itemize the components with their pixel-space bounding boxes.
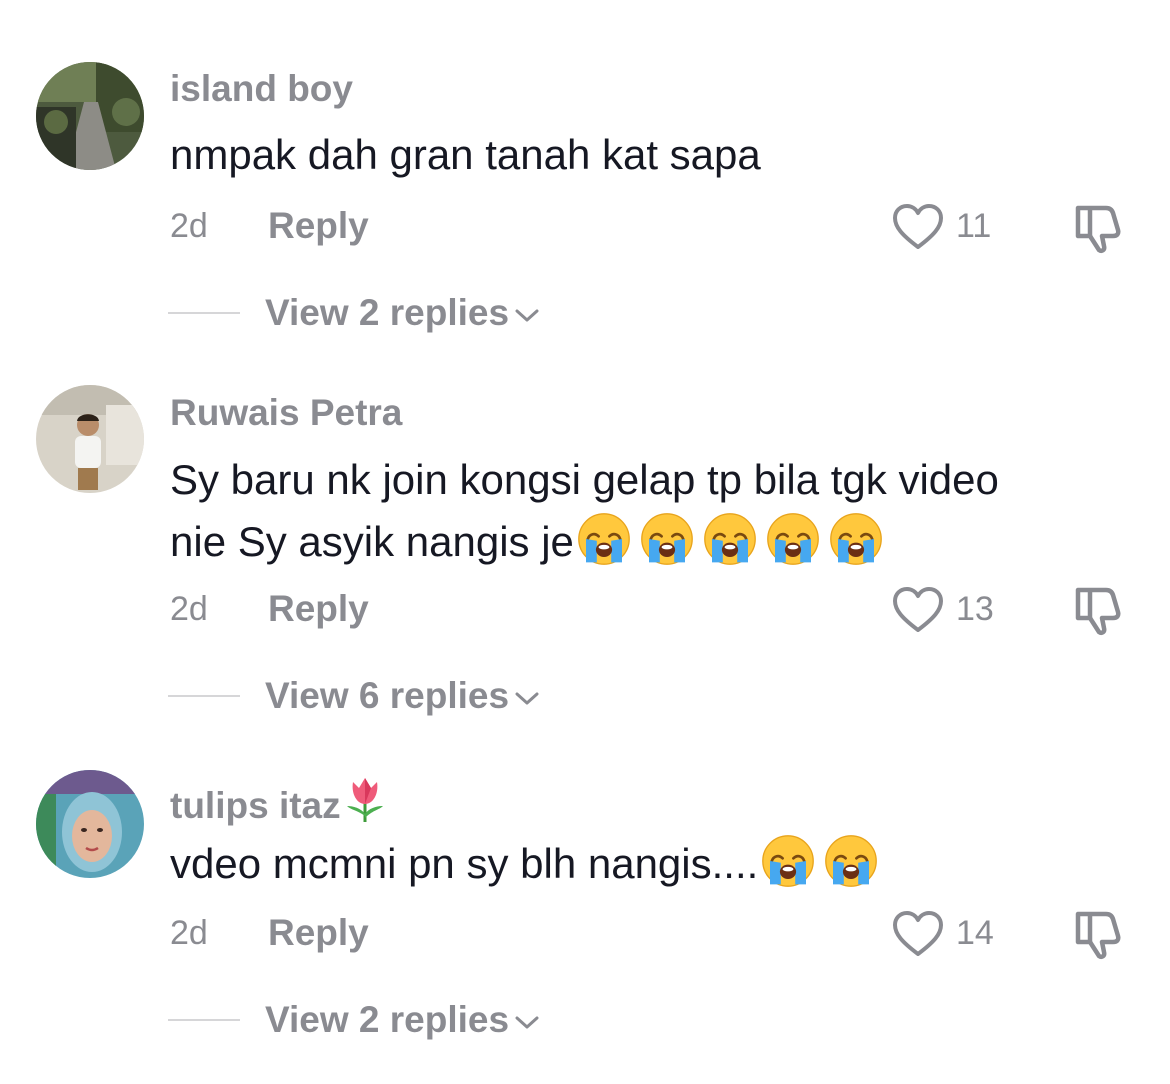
like-count: 11 (956, 207, 992, 245)
divider (168, 1019, 240, 1021)
comment-text-content: nie Sy asyik nangis je (170, 518, 574, 565)
comment-text: vdeo mcmni pn sy blh nangis.... (170, 833, 1130, 895)
comment-text-content: vdeo mcmni pn sy blh nangis.... (170, 840, 759, 887)
heart-icon[interactable] (892, 910, 944, 958)
thumbs-down-icon[interactable] (1072, 200, 1126, 254)
comment-time: 2d (170, 914, 208, 952)
comment-text-line: Sy baru nk join kongsi gelap tp bila tgk… (170, 456, 999, 503)
chevron-down-icon (515, 692, 539, 706)
view-replies-button[interactable]: View 2 replies (265, 292, 539, 334)
child-photo-icon (36, 385, 144, 493)
comment-text: nmpak dah gran tanah kat sapa (170, 124, 1130, 186)
loudly-crying-face-emoji-icon (640, 512, 694, 566)
avatar[interactable] (36, 770, 144, 878)
loudly-crying-face-emoji-icon (766, 512, 820, 566)
reply-button[interactable]: Reply (268, 912, 369, 954)
thumbs-down-icon[interactable] (1072, 582, 1126, 636)
view-replies-button[interactable]: View 6 replies (265, 675, 539, 717)
view-replies-button[interactable]: View 2 replies (265, 999, 539, 1041)
username[interactable]: island boy (170, 68, 353, 110)
comment-text: Sy baru nk join kongsi gelap tp bila tgk… (170, 449, 1130, 573)
reply-button[interactable]: Reply (268, 588, 369, 630)
view-replies-label: View 2 replies (265, 292, 510, 333)
view-replies-label: View 6 replies (265, 675, 510, 716)
comment-time: 2d (170, 590, 208, 628)
comment-time: 2d (170, 207, 208, 245)
comment-text-content: nmpak dah gran tanah kat sapa (170, 131, 761, 178)
chevron-down-icon (515, 1016, 539, 1030)
loudly-crying-face-emoji-icon (761, 834, 815, 888)
tulip-emoji-icon (346, 778, 383, 822)
heart-icon[interactable] (892, 586, 944, 634)
divider (168, 695, 240, 697)
garden-path-photo-icon (36, 62, 144, 170)
thumbs-down-icon[interactable] (1072, 906, 1126, 960)
username-text: tulips itaz (170, 785, 341, 826)
loudly-crying-face-emoji-icon (577, 512, 631, 566)
like-count: 14 (956, 914, 994, 952)
woman-hijab-photo-icon (36, 770, 144, 878)
like-count: 13 (956, 590, 994, 628)
divider (168, 312, 240, 314)
loudly-crying-face-emoji-icon (824, 834, 878, 888)
avatar[interactable] (36, 62, 144, 170)
username[interactable]: tulips itaz (170, 776, 387, 827)
loudly-crying-face-emoji-icon (829, 512, 883, 566)
username[interactable]: Ruwais Petra (170, 392, 402, 434)
avatar[interactable] (36, 385, 144, 493)
comment-text-line-2: nie Sy asyik nangis je (170, 511, 1130, 573)
chevron-down-icon (515, 309, 539, 323)
reply-button[interactable]: Reply (268, 205, 369, 247)
view-replies-label: View 2 replies (265, 999, 510, 1040)
heart-icon[interactable] (892, 203, 944, 251)
loudly-crying-face-emoji-icon (703, 512, 757, 566)
